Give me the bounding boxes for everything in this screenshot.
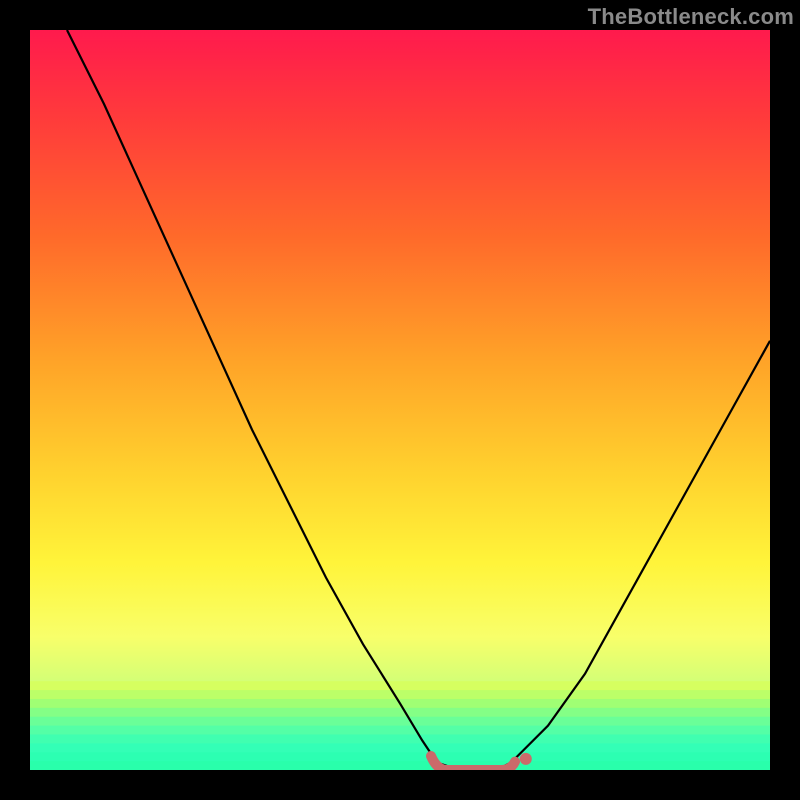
chart-frame xyxy=(30,30,770,770)
stripe xyxy=(30,690,770,699)
stripe xyxy=(30,752,770,761)
bottom-stripes xyxy=(30,681,770,770)
chart-svg xyxy=(30,30,770,770)
gradient-background xyxy=(30,30,770,770)
stripe xyxy=(30,743,770,752)
stripe xyxy=(30,681,770,690)
stripe xyxy=(30,726,770,735)
watermark-text: TheBottleneck.com xyxy=(588,4,794,30)
stripe xyxy=(30,761,770,770)
flat-bottom-dot xyxy=(520,753,532,765)
stripe xyxy=(30,734,770,743)
stripe xyxy=(30,717,770,726)
stripe xyxy=(30,708,770,717)
